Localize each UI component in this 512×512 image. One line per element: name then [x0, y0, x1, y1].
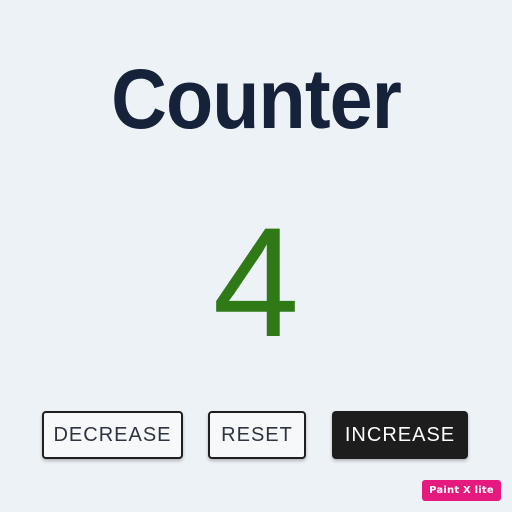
button-row: DECREASE RESET INCREASE [0, 411, 512, 463]
page-title: Counter [111, 52, 402, 146]
decrease-button[interactable]: DECREASE [42, 411, 183, 459]
counter-value: 4 [212, 196, 300, 370]
counter-app: Counter 4 DECREASE RESET INCREASE Paint … [0, 0, 512, 512]
app-watermark-badge: Paint X lite [422, 480, 501, 501]
increase-button[interactable]: INCREASE [332, 411, 468, 459]
reset-button[interactable]: RESET [208, 411, 306, 459]
